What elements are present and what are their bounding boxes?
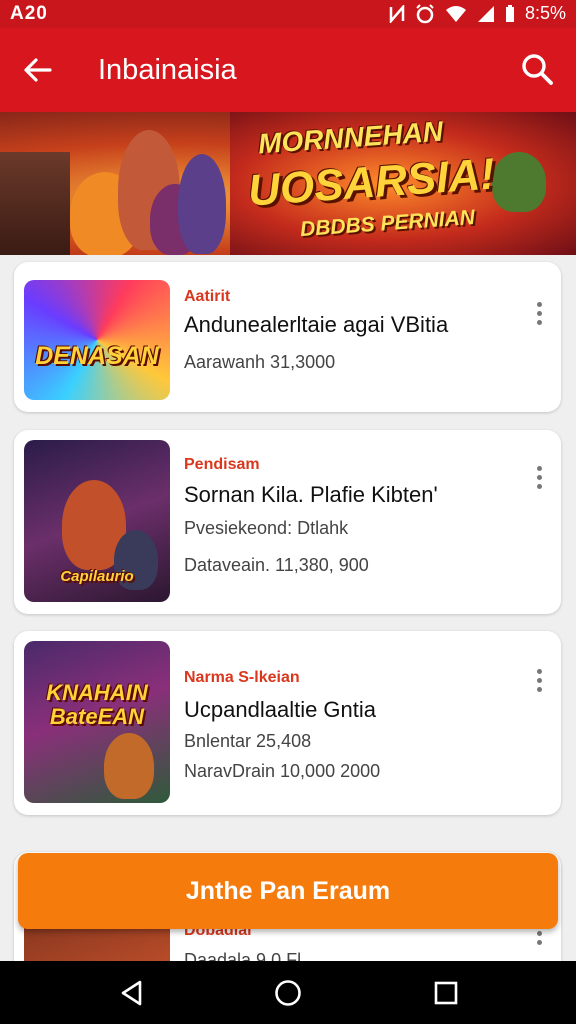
back-arrow-icon[interactable] (22, 54, 54, 86)
wifi-icon (445, 5, 466, 22)
game-category: Aatirit (184, 288, 231, 305)
status-time: A20 (10, 3, 48, 24)
game-stats: Dataveain. 11,380, 900 (184, 555, 369, 575)
kid-character-image (178, 154, 226, 254)
join-button[interactable]: Jnthe Pan Eraum (18, 853, 558, 929)
game-thumbnail[interactable]: DENASAN (24, 280, 170, 400)
search-icon[interactable] (520, 52, 554, 86)
game-card[interactable]: Capilaurio Pendisam Sornan Kila. Plafie … (14, 430, 561, 614)
thumbnail-title: Capilaurio (60, 568, 134, 585)
game-rating: Bnlentar 25,408 (184, 731, 312, 751)
more-options-icon[interactable] (537, 669, 543, 693)
promo-banner[interactable]: MORNNEHAN UOSARSIA! DBDBS PERNIAN (0, 112, 576, 255)
game-card[interactable]: KNAHAIN BateEAN Narma S-lkeian Ucpandlaa… (14, 631, 561, 815)
game-thumbnail[interactable]: Capilaurio (24, 440, 170, 602)
battery-icon (505, 4, 514, 22)
more-options-icon[interactable] (537, 466, 543, 490)
thumbnail-title: KNAHAIN BateEAN (46, 680, 148, 729)
game-stats: NaravDrain 10,000 2000 (184, 761, 381, 781)
building-silhouette (0, 152, 70, 255)
thumbnail-title: DENASAN (35, 342, 159, 370)
game-category: Narma S-lkeian (184, 669, 300, 686)
recents-square-icon[interactable] (432, 979, 460, 1007)
alarm-icon (416, 3, 434, 23)
home-circle-icon[interactable] (274, 979, 302, 1007)
battery-percent: 8:5% (524, 3, 566, 23)
game-title: Sornan Kila. Plafie Kibten' (184, 482, 438, 507)
page-title: Inbainaisia (98, 54, 237, 86)
game-title: Ucpandlaaltie Gntia (184, 697, 377, 722)
back-triangle-icon[interactable] (118, 979, 146, 1007)
game-thumbnail[interactable]: KNAHAIN BateEAN (24, 641, 170, 803)
game-stats: Aarawanh 31,3000 (184, 352, 336, 372)
more-options-icon[interactable] (537, 302, 543, 326)
signal-icon (477, 5, 494, 22)
nfc-icon (389, 4, 405, 23)
game-category: Pendisam (184, 456, 260, 473)
game-developer: Pvesiekeond: Dtlahk (184, 518, 349, 538)
app-bar: Inbainaisia (0, 28, 576, 112)
system-nav-bar (0, 961, 576, 1024)
game-title: Andunealerltaie agai VBitia (184, 312, 449, 337)
status-bar: A20 8:5% (0, 0, 576, 28)
monkey-character-image (492, 152, 546, 212)
game-card[interactable]: DENASAN Aatirit Andunealerltaie agai VBi… (14, 262, 561, 412)
